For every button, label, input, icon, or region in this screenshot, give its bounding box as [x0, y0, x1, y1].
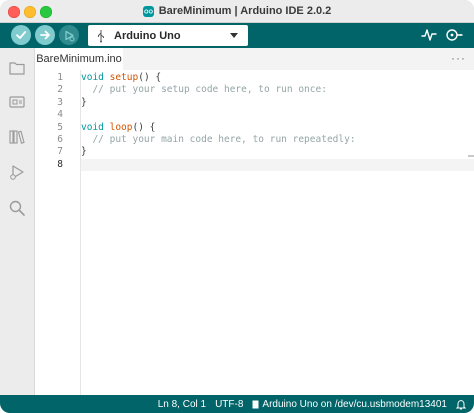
code-token: }	[81, 96, 87, 108]
code-token: () {	[138, 72, 162, 83]
check-icon	[16, 31, 27, 39]
overview-ruler-marker	[468, 155, 474, 157]
chevron-down-icon	[230, 33, 238, 38]
debug-run-icon[interactable]	[8, 163, 26, 181]
upload-button[interactable]	[35, 25, 55, 45]
code-line: // put your main code here, to run repea…	[81, 134, 356, 146]
debug-button[interactable]	[59, 25, 79, 45]
line-number: 1	[57, 72, 63, 83]
line-number: 8	[57, 158, 63, 170]
line-number: 5	[57, 121, 63, 133]
board-selector-dropdown[interactable]: Arduino Uno	[88, 25, 248, 46]
more-actions-icon[interactable]: ···	[451, 51, 466, 65]
status-bar: Ln 8, Col 1 UTF-8 Arduino Uno on /dev/cu…	[0, 395, 474, 413]
toolbar: Arduino Uno	[0, 23, 474, 48]
serial-monitor-icon	[446, 29, 463, 41]
line-number: 2	[57, 84, 63, 96]
code-token: // put your setup code here, to run once…	[81, 84, 327, 96]
verify-button[interactable]	[11, 25, 31, 45]
notifications-button[interactable]	[456, 399, 466, 410]
tab-bareminimum-ino[interactable]: BareMinimum.ino	[35, 48, 123, 70]
board-port-status[interactable]: Arduino Uno on /dev/cu.usbmodem13401	[252, 399, 447, 410]
code-token: // put your main code here, to run repea…	[81, 134, 356, 145]
board-manager-icon[interactable]	[8, 93, 26, 111]
code-token: void	[81, 72, 110, 83]
board-port-label: Arduino Uno on /dev/cu.usbmodem13401	[262, 398, 447, 410]
line-number: 6	[57, 134, 63, 145]
folder-icon[interactable]	[8, 59, 26, 77]
arrow-right-icon	[40, 30, 50, 40]
bell-icon	[456, 399, 466, 409]
code-token: loop	[109, 121, 133, 133]
editor-tab-bar: BareMinimum.ino ···	[35, 48, 474, 71]
serial-plotter-icon	[421, 29, 437, 41]
line-number: 3	[57, 96, 63, 108]
board-selector-label: Arduino Uno	[114, 29, 181, 42]
code-token: setup	[109, 72, 139, 83]
window-title-group: BareMinimum | Arduino IDE 2.0.2	[0, 0, 474, 22]
title-bar: BareMinimum | Arduino IDE 2.0.2	[0, 0, 474, 23]
code-line: // put your setup code here, to run once…	[81, 84, 327, 96]
serial-plotter-button[interactable]	[421, 27, 437, 48]
usb-icon	[98, 29, 104, 42]
code-line: }	[81, 146, 87, 158]
code-token: }	[81, 146, 87, 158]
board-file-icon	[252, 400, 259, 408]
current-line-highlight	[81, 158, 474, 172]
activity-bar	[0, 48, 35, 395]
file-encoding[interactable]: UTF-8	[215, 399, 243, 410]
ide-window: BareMinimum | Arduino IDE 2.0.2 Arduino …	[0, 0, 474, 413]
code-editor[interactable]: 12345678 void setup() { // put your setu…	[35, 70, 474, 395]
library-icon[interactable]	[8, 128, 26, 146]
window-title: BareMinimum | Arduino IDE 2.0.2	[158, 5, 332, 17]
code-line: void loop() {	[81, 122, 155, 134]
line-number-gutter: 12345678	[35, 70, 81, 395]
line-number: 7	[57, 146, 63, 158]
code-line: }	[81, 97, 87, 109]
cursor-position[interactable]: Ln 8, Col 1	[158, 399, 206, 410]
code-line: void setup() {	[81, 72, 161, 84]
code-token: () {	[132, 121, 156, 133]
arduino-app-icon	[142, 5, 154, 17]
line-number: 4	[57, 109, 63, 121]
debug-icon	[64, 30, 75, 42]
search-icon[interactable]	[8, 199, 26, 217]
serial-monitor-button[interactable]	[445, 27, 463, 48]
code-token: void	[81, 121, 110, 133]
